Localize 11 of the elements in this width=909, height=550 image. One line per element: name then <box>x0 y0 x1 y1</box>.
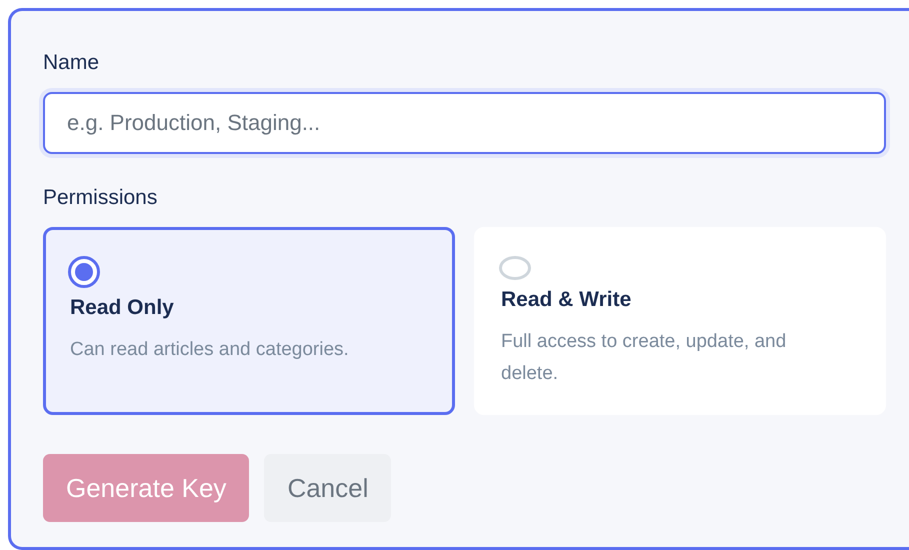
option-description: Can read articles and categories. <box>70 338 349 362</box>
field-label: Permissions <box>43 186 158 210</box>
cancel-button[interactable]: Cancel <box>264 454 392 522</box>
option-title: Read & Write <box>501 288 632 312</box>
radio-button[interactable] <box>68 256 100 288</box>
option-title: Read Only <box>70 296 174 320</box>
option-description: Full access to create, update, and delete. <box>501 330 788 386</box>
permission-option[interactable]: Read Only Can read articles and categories. <box>43 227 455 415</box>
name-field[interactable]: e.g. Production, Staging... <box>43 92 886 154</box>
permission-option[interactable]: Read & Write Full access to create, update, and delete. <box>474 227 886 415</box>
field-label: Name <box>43 51 100 75</box>
